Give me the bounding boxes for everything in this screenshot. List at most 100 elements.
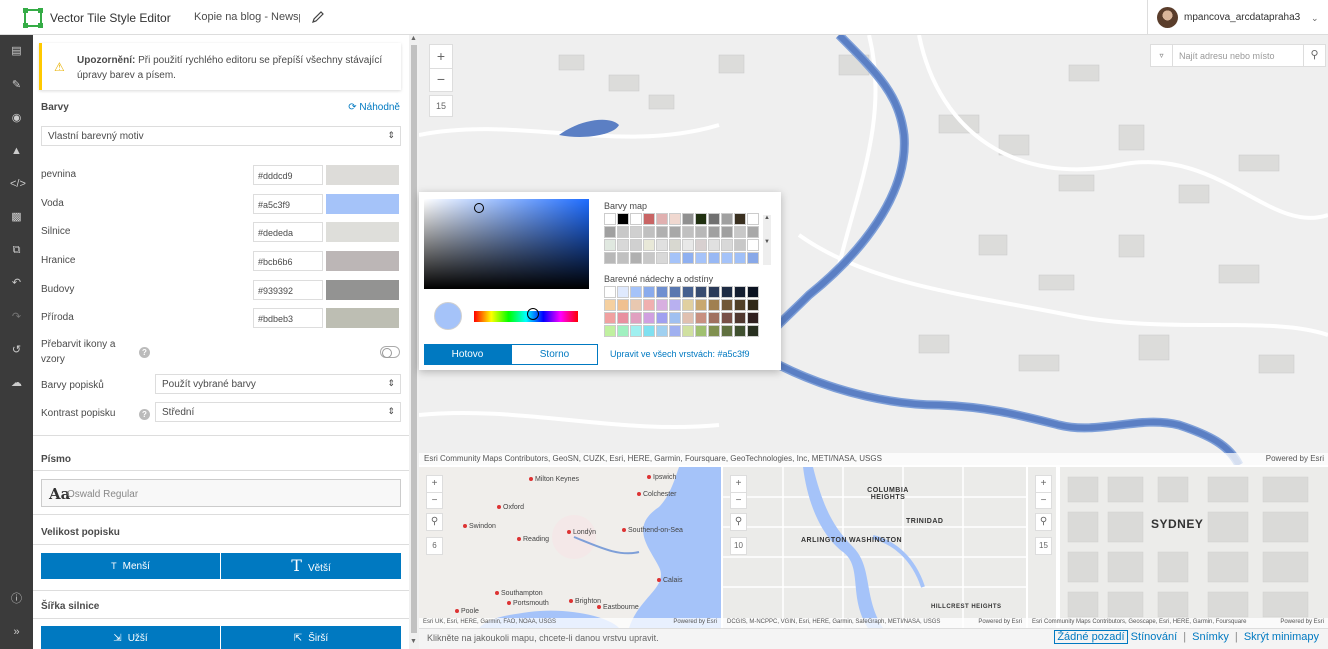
map-color-swatch[interactable] bbox=[643, 252, 655, 264]
shade-color-swatch[interactable] bbox=[682, 312, 694, 324]
map-color-swatch[interactable] bbox=[695, 213, 707, 225]
hide-minimaps-link[interactable]: Skrýt minimapy bbox=[1244, 631, 1319, 643]
map-color-swatch[interactable] bbox=[721, 252, 733, 264]
color-swatch-button[interactable] bbox=[326, 280, 399, 300]
map-color-swatch[interactable] bbox=[604, 239, 616, 251]
map-color-swatch[interactable] bbox=[734, 213, 746, 225]
shade-color-swatch[interactable] bbox=[656, 286, 668, 298]
shade-color-swatch[interactable] bbox=[604, 299, 616, 311]
shade-color-swatch[interactable] bbox=[695, 325, 707, 337]
sv-handle[interactable] bbox=[474, 203, 484, 213]
color-swatch-button[interactable] bbox=[326, 165, 399, 185]
shade-color-swatch[interactable] bbox=[656, 299, 668, 311]
style-icon[interactable]: ✎ bbox=[10, 79, 23, 92]
zoom-in-button[interactable]: + bbox=[430, 45, 452, 69]
search-dropdown-icon[interactable]: ▿ bbox=[1151, 45, 1173, 66]
shade-color-swatch[interactable] bbox=[630, 312, 642, 324]
shade-color-swatch[interactable] bbox=[747, 286, 759, 298]
search-icon[interactable]: ⚲ bbox=[1035, 513, 1052, 531]
map-color-swatch[interactable] bbox=[617, 252, 629, 264]
save-icon[interactable]: ▩ bbox=[10, 211, 23, 224]
map-color-swatch[interactable] bbox=[669, 226, 681, 238]
map-color-swatch[interactable] bbox=[630, 213, 642, 225]
upload-icon[interactable]: ☁ bbox=[10, 377, 23, 390]
map-color-swatch[interactable] bbox=[695, 226, 707, 238]
shade-color-swatch[interactable] bbox=[721, 325, 733, 337]
theme-select[interactable]: Vlastní barevný motiv ⇕ bbox=[41, 126, 401, 146]
shade-color-swatch[interactable] bbox=[604, 286, 616, 298]
shade-color-swatch[interactable] bbox=[604, 312, 616, 324]
map-color-swatch[interactable] bbox=[695, 239, 707, 251]
map-color-swatch[interactable] bbox=[708, 213, 720, 225]
map-color-swatch[interactable] bbox=[656, 213, 668, 225]
shade-color-swatch[interactable] bbox=[734, 312, 746, 324]
scroll-thumb[interactable] bbox=[411, 45, 417, 633]
shade-color-swatch[interactable] bbox=[682, 299, 694, 311]
map-color-swatch[interactable] bbox=[604, 252, 616, 264]
zoom-in-button[interactable]: + bbox=[1036, 476, 1051, 493]
color-hex-input[interactable]: #dddcd9 bbox=[253, 165, 323, 185]
map-color-swatch[interactable] bbox=[734, 226, 746, 238]
map-color-swatch[interactable] bbox=[747, 239, 759, 251]
undo-icon[interactable]: ↶ bbox=[10, 277, 23, 290]
zoom-out-button[interactable]: − bbox=[731, 493, 746, 509]
color-hex-input[interactable]: #a5c3f9 bbox=[253, 194, 323, 214]
shade-color-swatch[interactable] bbox=[708, 286, 720, 298]
map-color-swatch[interactable] bbox=[708, 239, 720, 251]
hue-handle[interactable] bbox=[527, 308, 539, 320]
shade-color-swatch[interactable] bbox=[708, 299, 720, 311]
shade-color-swatch[interactable] bbox=[747, 325, 759, 337]
map-color-swatch[interactable] bbox=[630, 252, 642, 264]
map-color-swatch[interactable] bbox=[721, 226, 733, 238]
minimap-london[interactable]: + − ⚲ 6 Milton Keynes Ipswich Colchester Ox… bbox=[419, 467, 721, 628]
map-color-swatch[interactable] bbox=[643, 239, 655, 251]
recolor-icons-toggle[interactable] bbox=[380, 346, 400, 358]
map-color-swatch[interactable] bbox=[708, 252, 720, 264]
shade-color-swatch[interactable] bbox=[721, 312, 733, 324]
shade-color-swatch[interactable] bbox=[669, 312, 681, 324]
code-icon[interactable]: </> bbox=[10, 178, 26, 191]
larger-labels-button[interactable]: T Větší bbox=[221, 553, 401, 579]
shade-color-swatch[interactable] bbox=[617, 325, 629, 337]
info-icon[interactable]: ⓘ bbox=[10, 593, 23, 606]
shade-color-swatch[interactable] bbox=[630, 299, 642, 311]
color-swatch-button[interactable] bbox=[326, 251, 399, 271]
color-hex-input[interactable]: #939392 bbox=[253, 280, 323, 300]
map-color-swatch[interactable] bbox=[747, 226, 759, 238]
shade-color-swatch[interactable] bbox=[617, 312, 629, 324]
color-swatch-button[interactable] bbox=[326, 308, 399, 328]
label-contrast-select[interactable]: Střední ⇕ bbox=[155, 402, 401, 422]
hue-slider[interactable] bbox=[474, 311, 578, 322]
shade-color-swatch[interactable] bbox=[630, 286, 642, 298]
map-color-swatch[interactable] bbox=[669, 239, 681, 251]
random-colors-link[interactable]: ⟳ Náhodně bbox=[348, 102, 400, 113]
shade-color-swatch[interactable] bbox=[604, 325, 616, 337]
map-color-swatch[interactable] bbox=[682, 252, 694, 264]
map-color-swatch[interactable] bbox=[630, 226, 642, 238]
shade-color-swatch[interactable] bbox=[721, 299, 733, 311]
map-color-swatch[interactable] bbox=[656, 226, 668, 238]
shade-color-swatch[interactable] bbox=[643, 325, 655, 337]
help-icon[interactable]: ? bbox=[139, 409, 150, 420]
shade-color-swatch[interactable] bbox=[695, 312, 707, 324]
shade-color-swatch[interactable] bbox=[734, 286, 746, 298]
shade-color-swatch[interactable] bbox=[656, 312, 668, 324]
map-color-swatch[interactable] bbox=[669, 213, 681, 225]
narrower-roads-button[interactable]: ⇲ Užší bbox=[41, 626, 220, 649]
snapshots-link[interactable]: Snímky bbox=[1192, 631, 1229, 643]
color-hex-input[interactable]: #bcb6b6 bbox=[253, 251, 323, 271]
map-color-swatch[interactable] bbox=[617, 226, 629, 238]
cancel-button[interactable]: Storno bbox=[511, 344, 598, 365]
map-color-swatch[interactable] bbox=[682, 213, 694, 225]
shade-color-swatch[interactable] bbox=[643, 286, 655, 298]
map-color-swatch[interactable] bbox=[604, 213, 616, 225]
document-title[interactable]: Kopie na blog - Newspa bbox=[194, 11, 300, 23]
minimap-sydney[interactable]: + − ⚲ 15 SYDNEY Esri Community Maps Cont… bbox=[1028, 467, 1328, 628]
map-color-swatch[interactable] bbox=[656, 239, 668, 251]
shade-color-swatch[interactable] bbox=[708, 325, 720, 337]
map-color-swatch[interactable] bbox=[656, 252, 668, 264]
shade-color-swatch[interactable] bbox=[721, 286, 733, 298]
shade-color-swatch[interactable] bbox=[643, 299, 655, 311]
map-color-swatch[interactable] bbox=[669, 252, 681, 264]
map-search[interactable]: ▿ Najít adresu nebo místo ⚲ bbox=[1150, 44, 1326, 67]
